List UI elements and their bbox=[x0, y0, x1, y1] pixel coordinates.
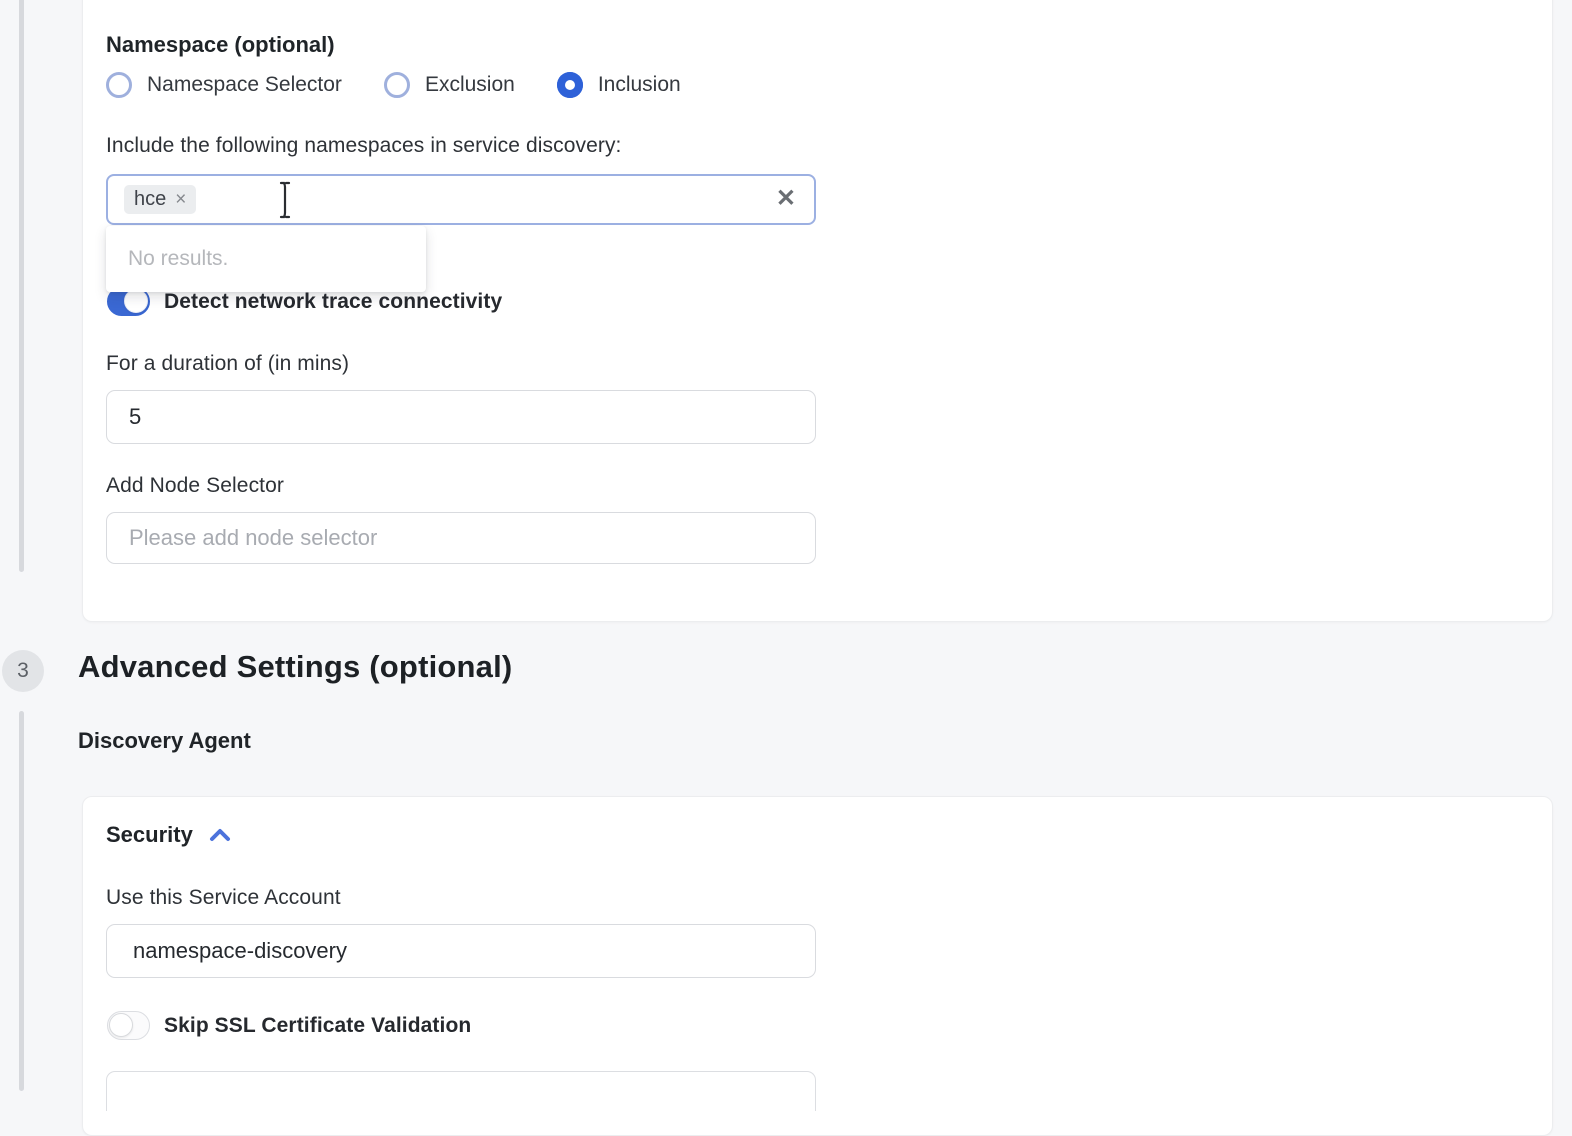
discovery-agent-subtitle: Discovery Agent bbox=[78, 728, 251, 754]
detect-network-trace-label: Detect network trace connectivity bbox=[164, 290, 502, 314]
radio-circle-icon bbox=[106, 72, 132, 98]
duration-input[interactable] bbox=[106, 390, 816, 444]
next-field-cutoff-input[interactable] bbox=[106, 1071, 816, 1111]
skip-ssl-row: Skip SSL Certificate Validation bbox=[107, 1011, 471, 1040]
clear-input-icon[interactable]: ✕ bbox=[776, 186, 796, 212]
service-account-input[interactable] bbox=[106, 924, 816, 978]
namespace-multiselect-input[interactable]: hce × ✕ bbox=[106, 174, 816, 225]
service-account-label: Use this Service Account bbox=[106, 886, 341, 910]
radio-label: Exclusion bbox=[425, 73, 515, 97]
namespace-section-title: Namespace (optional) bbox=[106, 32, 335, 58]
namespace-mode-radio-group: Namespace Selector Exclusion Inclusion bbox=[106, 72, 723, 98]
node-selector-input[interactable] bbox=[106, 512, 816, 564]
radio-circle-icon bbox=[557, 72, 583, 98]
step-number-badge: 3 bbox=[2, 650, 44, 692]
node-selector-label: Add Node Selector bbox=[106, 474, 284, 498]
include-namespaces-label: Include the following namespaces in serv… bbox=[106, 134, 622, 158]
radio-label: Namespace Selector bbox=[147, 73, 342, 97]
chevron-up-icon bbox=[209, 828, 231, 842]
discovery-settings-form: { "stepper": { "step_number": "3" }, "na… bbox=[0, 0, 1572, 1079]
radio-circle-icon bbox=[384, 72, 410, 98]
tag-remove-icon[interactable]: × bbox=[175, 190, 186, 209]
skip-ssl-label: Skip SSL Certificate Validation bbox=[164, 1014, 471, 1038]
text-cursor-icon bbox=[278, 181, 292, 219]
security-title: Security bbox=[106, 822, 193, 848]
security-section-header[interactable]: Security bbox=[106, 822, 231, 848]
radio-label: Inclusion bbox=[598, 73, 681, 97]
stepper-rail-upper bbox=[19, 0, 24, 572]
radio-inclusion[interactable]: Inclusion bbox=[557, 72, 681, 98]
namespace-tag: hce × bbox=[124, 185, 196, 214]
namespace-suggestions-dropdown: No results. bbox=[106, 226, 426, 292]
no-results-text: No results. bbox=[128, 247, 228, 271]
advanced-settings-title: Advanced Settings (optional) bbox=[78, 649, 512, 685]
toggle-knob bbox=[124, 289, 148, 313]
radio-exclusion[interactable]: Exclusion bbox=[384, 72, 515, 98]
namespace-tag-label: hce bbox=[134, 188, 166, 211]
radio-namespace-selector[interactable]: Namespace Selector bbox=[106, 72, 342, 98]
skip-ssl-toggle[interactable] bbox=[107, 1011, 150, 1040]
toggle-knob bbox=[109, 1013, 133, 1037]
stepper-rail-lower bbox=[19, 711, 24, 1091]
duration-label: For a duration of (in mins) bbox=[106, 352, 349, 376]
